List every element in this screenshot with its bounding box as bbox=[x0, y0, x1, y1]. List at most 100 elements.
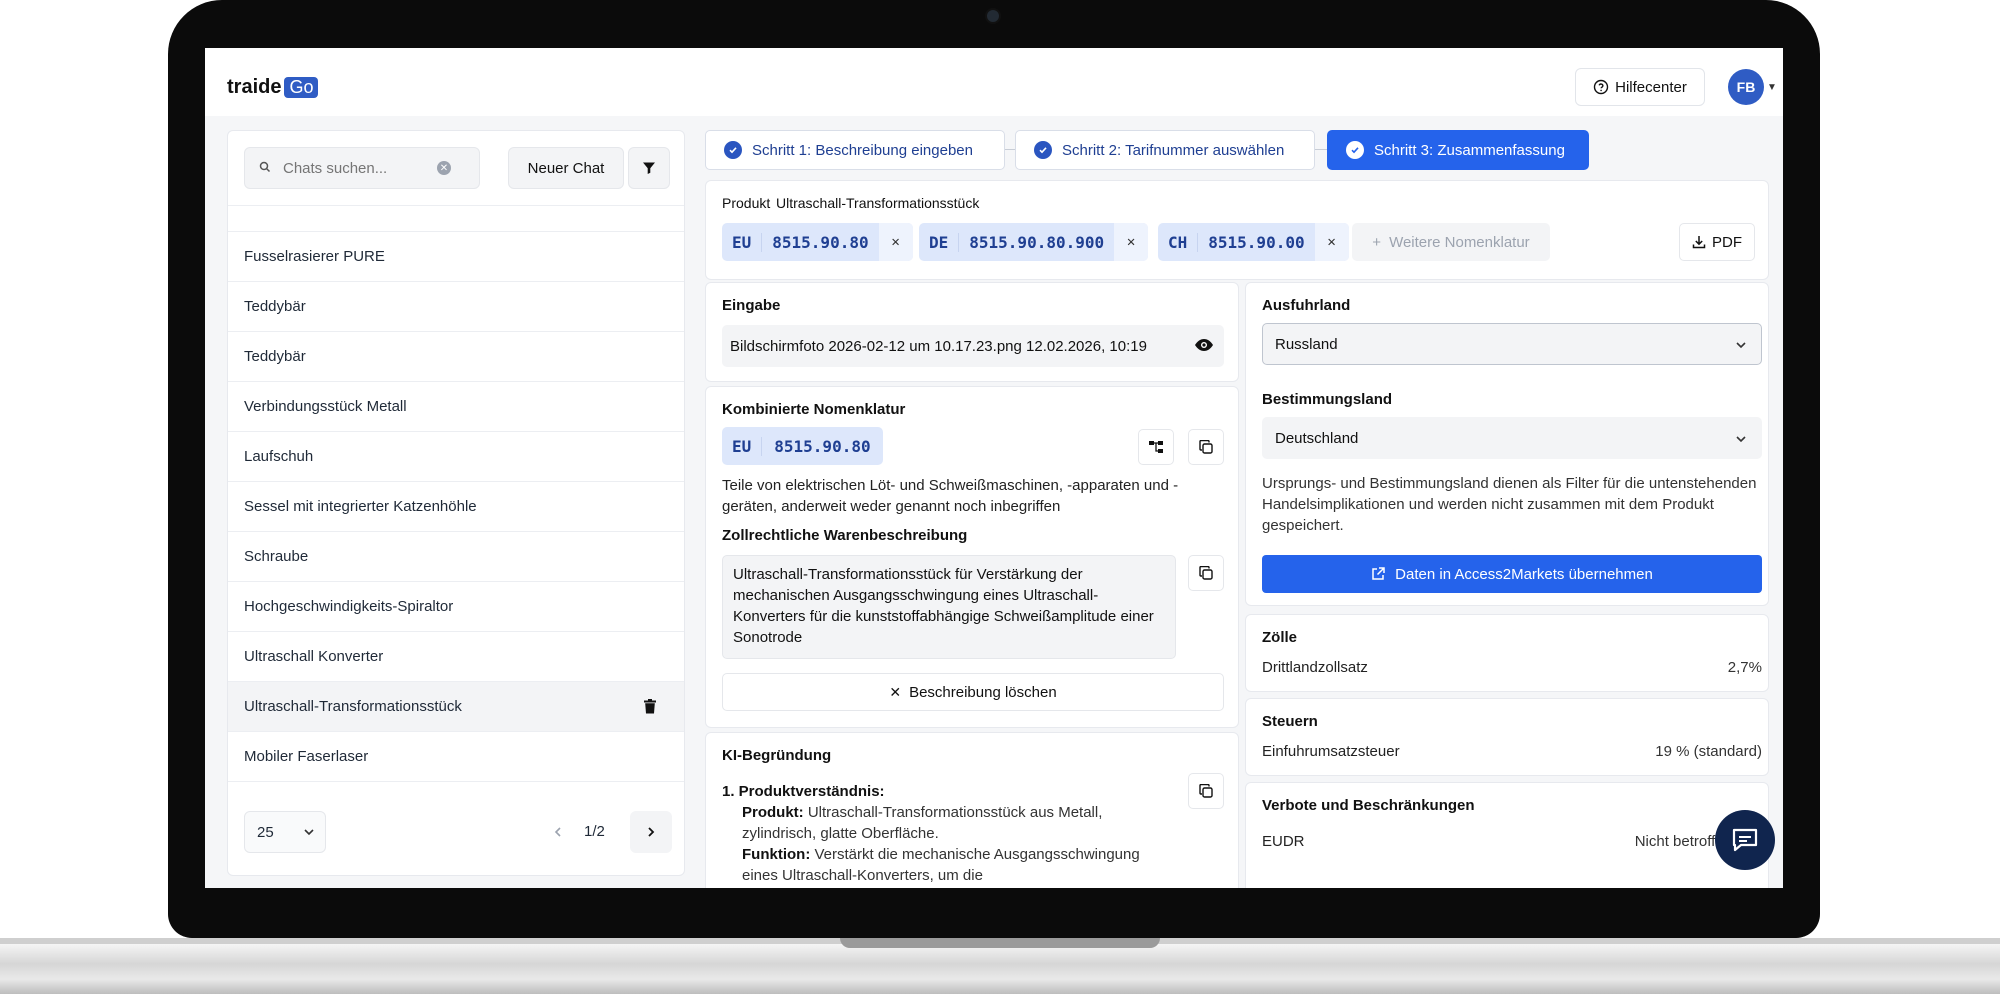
chat-item-label: Verbindungsstück Metall bbox=[244, 398, 407, 415]
external-link-icon bbox=[1372, 567, 1385, 580]
user-avatar[interactable]: FB bbox=[1728, 69, 1764, 105]
add-nomenclature-button[interactable]: + Weitere Nomenklatur bbox=[1352, 223, 1550, 261]
chat-support-button[interactable] bbox=[1715, 810, 1775, 870]
help-center-label: Hilfecenter bbox=[1615, 78, 1687, 96]
restrictions-title: Verbote und Beschränkungen bbox=[1262, 797, 1475, 814]
copy-icon bbox=[1199, 784, 1213, 798]
chat-item[interactable]: Mobiler Faserlaser bbox=[228, 732, 684, 782]
trash-icon[interactable] bbox=[644, 699, 656, 718]
filter-button[interactable] bbox=[628, 147, 670, 189]
restriction-key: EUDR bbox=[1262, 833, 1305, 850]
logo-text: traide bbox=[227, 76, 282, 98]
chip-region: EU bbox=[732, 436, 752, 456]
check-circle-icon bbox=[1034, 141, 1052, 159]
delete-description-button[interactable]: ✕ Beschreibung löschen bbox=[722, 673, 1224, 711]
input-file-row[interactable]: Bildschirmfoto 2026-02-12 um 10.17.23.pn… bbox=[722, 325, 1224, 367]
add-nomenclature-label: Weitere Nomenklatur bbox=[1389, 233, 1530, 251]
clear-search-icon[interactable]: ✕ bbox=[437, 161, 451, 175]
nomenclature-chip-eu[interactable]: EU 8515.90.80 ✕ bbox=[722, 223, 913, 261]
input-card-title: Eingabe bbox=[722, 297, 781, 314]
tariff-key: Drittlandzollsatz bbox=[1262, 659, 1368, 676]
check-circle-icon bbox=[724, 141, 742, 159]
nomenclature-chip-ch[interactable]: CH 8515.90.00 ✕ bbox=[1158, 223, 1349, 261]
customs-description-textarea[interactable]: Ultraschall-Transformationsstück für Ver… bbox=[722, 555, 1176, 659]
export-country-select[interactable]: Russland bbox=[1262, 323, 1762, 365]
chevron-left-icon bbox=[554, 827, 561, 837]
tariffs-card: Zölle Drittlandzollsatz 2,7% bbox=[1245, 614, 1769, 692]
step-1[interactable]: Schritt 1: Beschreibung eingeben bbox=[705, 130, 1005, 170]
app-logo[interactable]: traide Go bbox=[227, 76, 319, 99]
access2markets-button[interactable]: Daten in Access2Markets übernehmen bbox=[1262, 555, 1762, 593]
chip-code: 8515.90.80 bbox=[761, 436, 882, 456]
eye-icon[interactable] bbox=[1194, 338, 1214, 356]
close-icon[interactable]: ✕ bbox=[1314, 223, 1349, 261]
step-connector bbox=[1315, 149, 1327, 150]
export-country-title: Ausfuhrland bbox=[1262, 297, 1351, 314]
combined-nomenclature-description: Teile von elektrischen Löt- und Schweißm… bbox=[722, 477, 1179, 515]
close-icon[interactable]: ✕ bbox=[1114, 223, 1149, 261]
chevron-down-icon bbox=[303, 825, 315, 842]
copy-icon bbox=[1199, 566, 1213, 580]
taxes-title: Steuern bbox=[1262, 713, 1318, 730]
destination-country-value: Deutschland bbox=[1275, 429, 1359, 447]
chat-item[interactable]: Schraube bbox=[228, 532, 684, 582]
chat-item-label: Mobiler Faserlaser bbox=[244, 748, 369, 765]
chat-search-input[interactable] bbox=[281, 158, 431, 178]
step-3-label: Schritt 3: Zusammenfassung bbox=[1374, 141, 1565, 159]
laptop-notch bbox=[840, 938, 1160, 948]
webcam bbox=[985, 8, 1001, 24]
chat-item-active[interactable]: Ultraschall-Transformationsstück bbox=[228, 682, 684, 732]
page-size-select[interactable]: 25 bbox=[244, 811, 326, 853]
plus-icon: + bbox=[1372, 233, 1382, 251]
laptop-base bbox=[0, 944, 2000, 994]
chat-item[interactable]: Sessel mit integrierter Katzenhöhle bbox=[228, 482, 684, 532]
copy-button[interactable] bbox=[1188, 773, 1224, 809]
chat-item-label: Fusselrasierer PURE bbox=[244, 248, 385, 265]
help-center-button[interactable]: Hilfecenter bbox=[1575, 68, 1705, 106]
countries-card: Ausfuhrland Russland Bestimmungsland Deu… bbox=[1245, 282, 1769, 606]
ai-function-label: Funktion: bbox=[742, 846, 811, 863]
destination-country-select[interactable]: Deutschland bbox=[1262, 417, 1762, 459]
copy-button[interactable] bbox=[1188, 555, 1224, 591]
access2markets-label: Daten in Access2Markets übernehmen bbox=[1395, 565, 1653, 583]
chat-item[interactable]: Verbindungsstück Metall bbox=[228, 382, 684, 432]
page-size-value: 25 bbox=[257, 823, 274, 841]
chat-search-box[interactable]: ✕ bbox=[244, 147, 480, 189]
new-chat-button[interactable]: Neuer Chat bbox=[508, 147, 624, 189]
input-card: Eingabe Bildschirmfoto 2026-02-12 um 10.… bbox=[705, 282, 1239, 382]
caret-down-icon[interactable]: ▼ bbox=[1767, 82, 1777, 93]
close-icon[interactable]: ✕ bbox=[878, 223, 913, 261]
step-1-label: Schritt 1: Beschreibung eingeben bbox=[752, 141, 973, 159]
pagination: 25 1/2 bbox=[228, 811, 684, 871]
combined-nomenclature-chip: EU 8515.90.80 bbox=[722, 427, 883, 465]
copy-icon bbox=[1199, 440, 1213, 454]
prev-page-button[interactable] bbox=[538, 811, 578, 853]
tax-value: 19 % (standard) bbox=[1655, 743, 1762, 760]
chat-bubble-icon bbox=[1732, 828, 1758, 852]
pdf-button[interactable]: PDF bbox=[1679, 223, 1755, 261]
step-2[interactable]: Schritt 2: Tarifnummer auswählen bbox=[1015, 130, 1315, 170]
chat-item[interactable]: Teddybär bbox=[228, 332, 684, 382]
copy-button[interactable] bbox=[1188, 429, 1224, 465]
chip-region: DE bbox=[929, 232, 949, 252]
chat-item[interactable]: Ultraschall Konverter bbox=[228, 632, 684, 682]
chat-item-label: Schraube bbox=[244, 548, 309, 565]
chat-item[interactable]: Laufschuh bbox=[228, 432, 684, 482]
logo-badge: Go bbox=[284, 77, 319, 98]
chat-item-label: Hochgeschwindigkeits-Spiraltor bbox=[244, 598, 454, 615]
hierarchy-button[interactable] bbox=[1138, 429, 1174, 465]
chat-item[interactable]: Fusselrasierer PURE bbox=[228, 232, 684, 282]
chip-code: 8515.90.80 bbox=[761, 232, 878, 252]
filter-icon bbox=[643, 162, 655, 174]
close-icon: ✕ bbox=[889, 683, 902, 700]
step-3[interactable]: Schritt 3: Zusammenfassung bbox=[1327, 130, 1589, 170]
list-item[interactable] bbox=[228, 206, 684, 232]
nomenclature-chip-de[interactable]: DE 8515.90.80.900 ✕ bbox=[919, 223, 1149, 261]
chat-item-label: Teddybär bbox=[244, 298, 306, 315]
chevron-down-icon bbox=[1735, 338, 1747, 355]
tax-key: Einfuhrumsatzsteuer bbox=[1262, 743, 1400, 760]
app-screen: traideGo Hilfecenter FB ▼ ✕ Neuer Chat F… bbox=[205, 48, 1783, 888]
chat-item[interactable]: Hochgeschwindigkeits-Spiraltor bbox=[228, 582, 684, 632]
chat-item[interactable]: Teddybär bbox=[228, 282, 684, 332]
next-page-button[interactable] bbox=[630, 811, 672, 853]
